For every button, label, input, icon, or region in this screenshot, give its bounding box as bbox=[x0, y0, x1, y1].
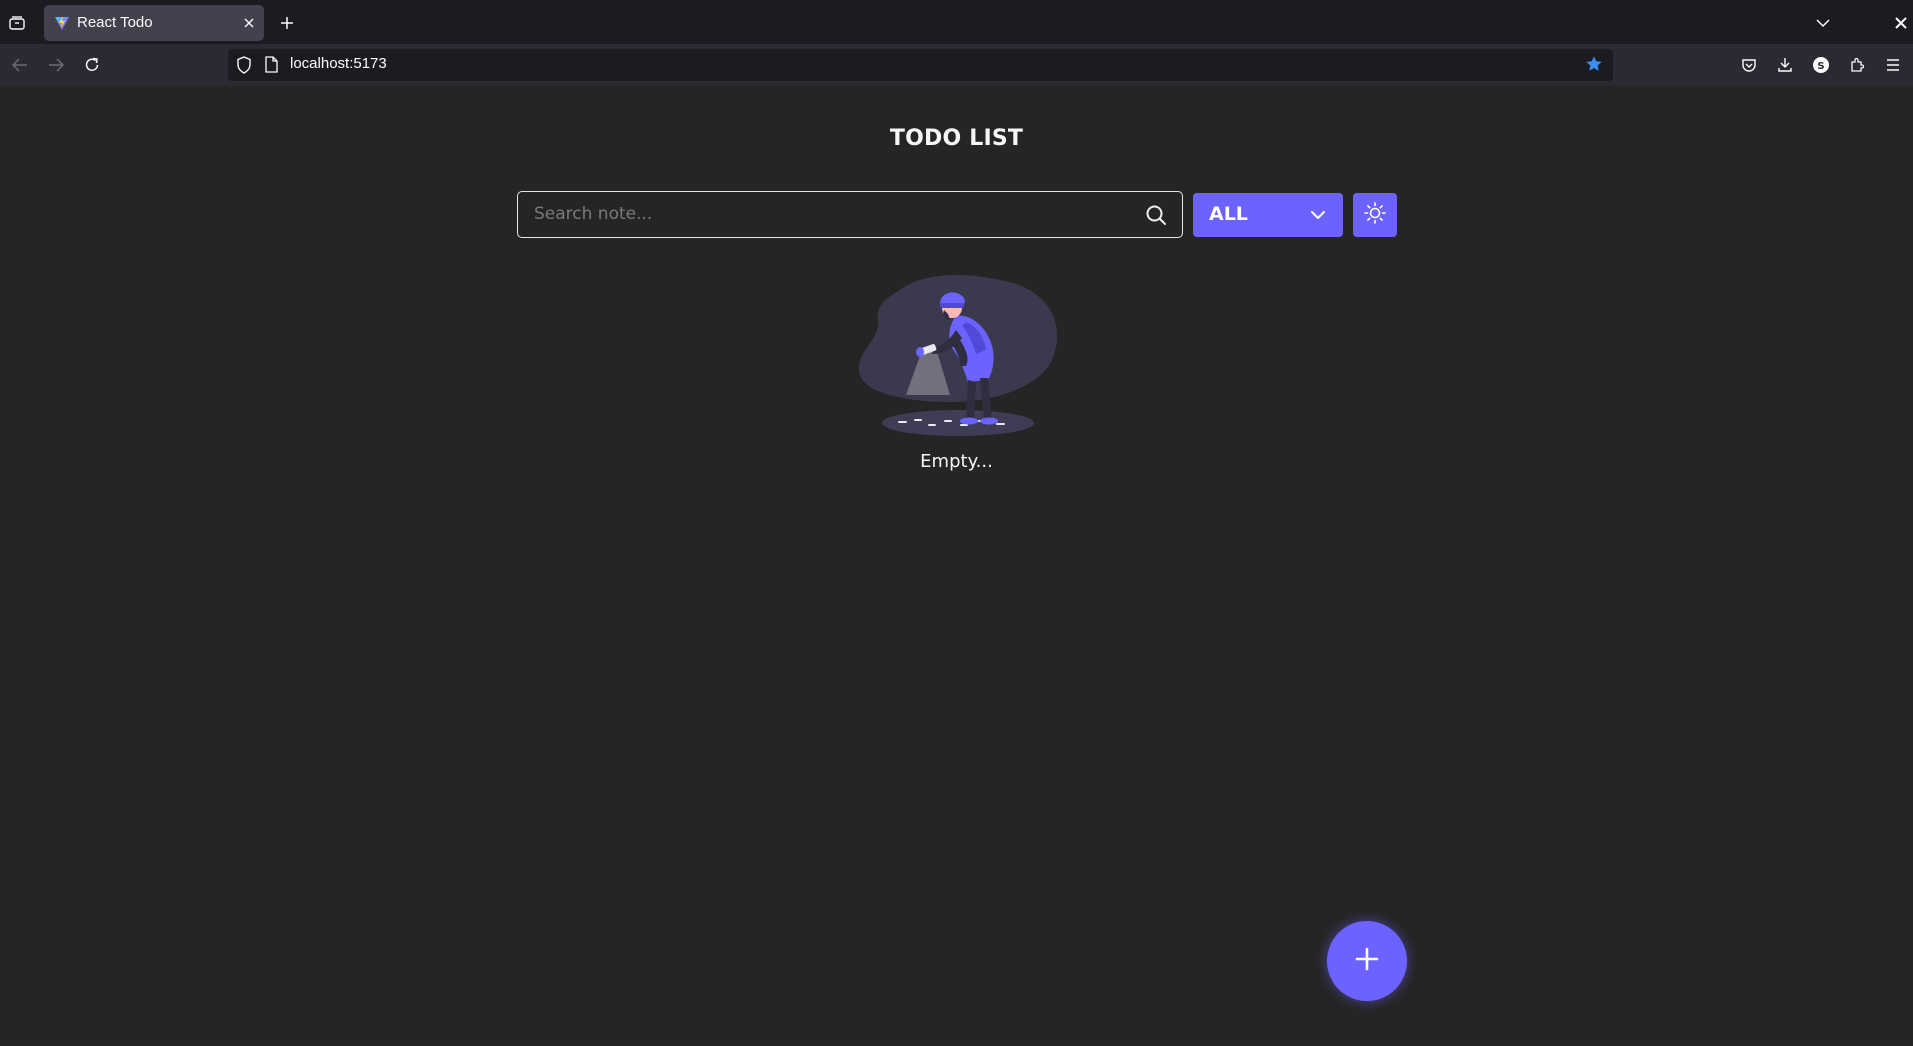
browser-nav-bar: localhost:5173 S bbox=[0, 44, 1913, 86]
pocket-icon[interactable] bbox=[1737, 53, 1761, 77]
search-icon[interactable] bbox=[1144, 203, 1168, 227]
empty-state-illustration bbox=[856, 270, 1060, 440]
svg-text:S: S bbox=[1817, 61, 1824, 72]
filter-select[interactable]: ALL bbox=[1193, 193, 1343, 237]
forward-arrow-icon[interactable] bbox=[44, 53, 68, 77]
new-tab-icon[interactable] bbox=[276, 12, 298, 34]
browser-tab-bar: React Todo bbox=[0, 0, 1913, 44]
browser-tab[interactable]: React Todo bbox=[44, 5, 264, 41]
page-info-icon[interactable] bbox=[264, 56, 282, 74]
search-input[interactable] bbox=[534, 192, 1124, 236]
sun-icon bbox=[1363, 201, 1387, 229]
extensions-icon[interactable] bbox=[1845, 53, 1869, 77]
close-tab-icon[interactable] bbox=[240, 14, 258, 32]
theme-toggle-button[interactable] bbox=[1353, 193, 1397, 237]
back-arrow-icon[interactable] bbox=[8, 53, 32, 77]
shield-icon[interactable] bbox=[236, 56, 254, 74]
downloads-icon[interactable] bbox=[1773, 53, 1797, 77]
bookmark-star-icon[interactable] bbox=[1585, 55, 1605, 75]
chevron-down-icon bbox=[1309, 206, 1327, 224]
account-avatar-icon[interactable]: S bbox=[1809, 53, 1833, 77]
url-bar[interactable]: localhost:5173 bbox=[228, 49, 1613, 81]
tab-title: React Todo bbox=[77, 14, 153, 31]
search-box bbox=[517, 191, 1183, 238]
filter-selected-value: ALL bbox=[1209, 203, 1248, 225]
vite-logo-icon bbox=[54, 15, 70, 31]
empty-state-text: Empty... bbox=[920, 451, 993, 472]
list-all-tabs-icon[interactable] bbox=[1812, 12, 1834, 34]
tab-list-icon[interactable] bbox=[6, 12, 28, 34]
page-title: TODO LIST bbox=[889, 126, 1024, 151]
menu-icon[interactable] bbox=[1881, 53, 1905, 77]
url-text[interactable]: localhost:5173 bbox=[290, 55, 387, 72]
window-close-icon[interactable] bbox=[1890, 12, 1912, 34]
add-todo-button[interactable] bbox=[1327, 921, 1407, 1001]
plus-icon bbox=[1354, 946, 1380, 976]
reload-icon[interactable] bbox=[80, 53, 104, 77]
